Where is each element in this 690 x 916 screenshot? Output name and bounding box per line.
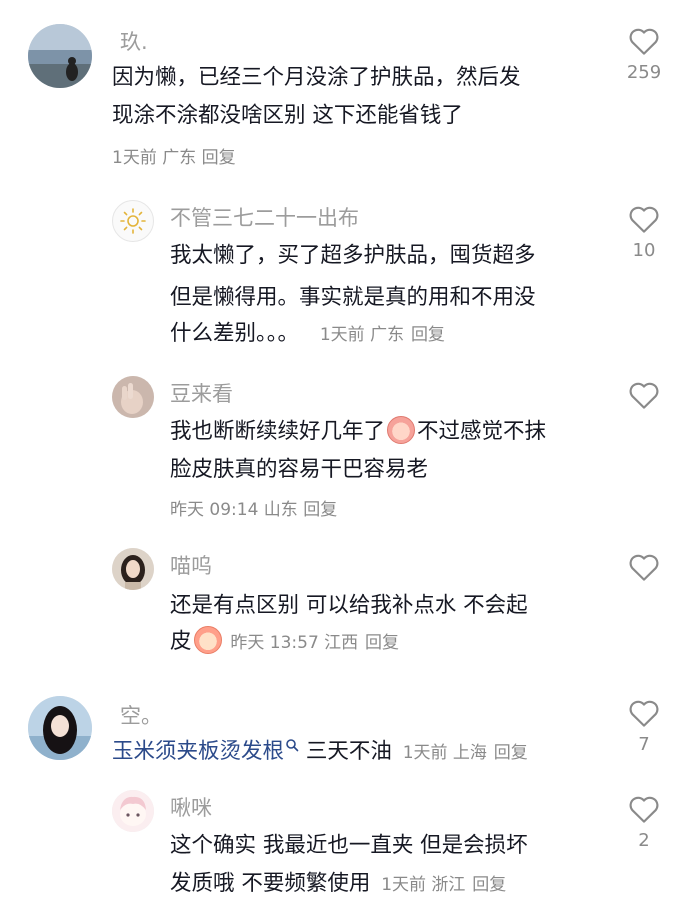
username[interactable]: 玖.: [120, 28, 148, 56]
time-location: 昨天 09:14 山东: [170, 500, 298, 520]
like-count: 7: [638, 734, 650, 755]
like-button[interactable]: [614, 380, 674, 410]
comment-text-line: 皮 昨天 13:57 江西 回复: [170, 624, 399, 661]
time-location: 1天前 上海: [402, 743, 487, 763]
comment-meta: 1天前 广东 回复: [112, 146, 236, 170]
cartoon-avatar: [112, 790, 154, 832]
comment-text-line: 还是有点区别 可以给我补点水 不会起: [170, 593, 528, 618]
like-button[interactable]: 7: [614, 698, 674, 756]
hand-avatar: [112, 376, 154, 418]
lakeside-avatar: [28, 24, 92, 88]
heart-icon: [629, 796, 659, 823]
like-count: 259: [626, 62, 662, 83]
username[interactable]: 不管三七二十一出布: [170, 204, 359, 232]
heart-icon: [629, 28, 659, 55]
like-button[interactable]: [614, 552, 674, 582]
comment-text-line: 玉米须夹板烫发根 三天不油 1天前 上海 回复: [112, 734, 528, 771]
comment-text-line: 我太懒了，买了超多护肤品，囤货超多: [170, 243, 536, 268]
comment-text: 皮: [170, 629, 192, 654]
heart-icon: [629, 206, 659, 233]
comment-text-line: 因为懒，已经三个月没涂了护肤品，然后发: [112, 65, 521, 90]
comment-text: 三天不油: [299, 739, 392, 764]
crying-emoji-icon: [387, 416, 416, 444]
time-location: 昨天 13:57 江西: [230, 633, 359, 653]
crying-emoji-icon: [193, 626, 222, 654]
comment-text: 什么差别。。。: [170, 321, 300, 346]
time-location: 1天前 广东: [319, 325, 405, 345]
username[interactable]: 豆来看: [170, 380, 233, 408]
comment-text: 我也断断续续好几年了: [170, 419, 386, 444]
username[interactable]: 空。: [120, 702, 162, 730]
like-button[interactable]: 259: [614, 26, 674, 84]
avatar[interactable]: [28, 696, 92, 760]
sun-icon: [120, 208, 146, 234]
comment-text-line: 脸皮肤真的容易干巴容易老: [170, 457, 429, 482]
reply-button[interactable]: 回复: [365, 633, 399, 653]
comment-text-line: 什么差别。。。 1天前 广东 回复: [170, 316, 445, 353]
avatar[interactable]: [28, 24, 92, 88]
reply-button[interactable]: 回复: [411, 325, 445, 345]
username[interactable]: 啾咪: [170, 794, 212, 822]
avatar[interactable]: [112, 200, 154, 242]
girl-avatar: [112, 548, 154, 590]
like-button[interactable]: 2: [614, 794, 674, 852]
heart-icon: [629, 382, 659, 409]
comment-text-line: 我也断断续续好几年了 不过感觉不抹: [170, 414, 546, 450]
heart-icon: [629, 554, 659, 581]
comment-meta: 昨天 09:14 山东 回复: [170, 498, 337, 522]
like-count: 10: [632, 240, 656, 261]
avatar[interactable]: [112, 548, 154, 590]
like-button[interactable]: 10: [614, 204, 674, 262]
comment-text-line: 这个确实 我最近也一直夹 但是会损坏: [170, 833, 528, 858]
comment-text-line: 现涂不涂都没啥区别 这下还能省钱了: [112, 103, 463, 128]
avatar[interactable]: [112, 376, 154, 418]
comment-text-line: 发质哦 不要频繁使用 1天前 浙江 回复: [170, 866, 506, 903]
time-location: 1天前 浙江: [381, 875, 466, 895]
comment-text-line: 但是懒得用。事实就是真的用和不用没: [170, 285, 536, 310]
comment-text: 不过感觉不抹: [417, 419, 547, 444]
username[interactable]: 喵呜: [170, 552, 212, 580]
reply-button[interactable]: 回复: [494, 743, 528, 763]
search-icon[interactable]: [285, 738, 299, 752]
like-count: 2: [638, 830, 650, 851]
heart-icon: [629, 700, 659, 727]
long-hair-avatar: [28, 696, 92, 760]
avatar[interactable]: [112, 790, 154, 832]
reply-button[interactable]: 回复: [472, 875, 506, 895]
search-link[interactable]: 玉米须夹板烫发根: [112, 739, 284, 764]
time-location: 1天前 广东: [112, 148, 197, 168]
reply-button[interactable]: 回复: [202, 148, 236, 168]
comment-text: 发质哦 不要频繁使用: [170, 871, 371, 896]
reply-button[interactable]: 回复: [303, 500, 337, 520]
